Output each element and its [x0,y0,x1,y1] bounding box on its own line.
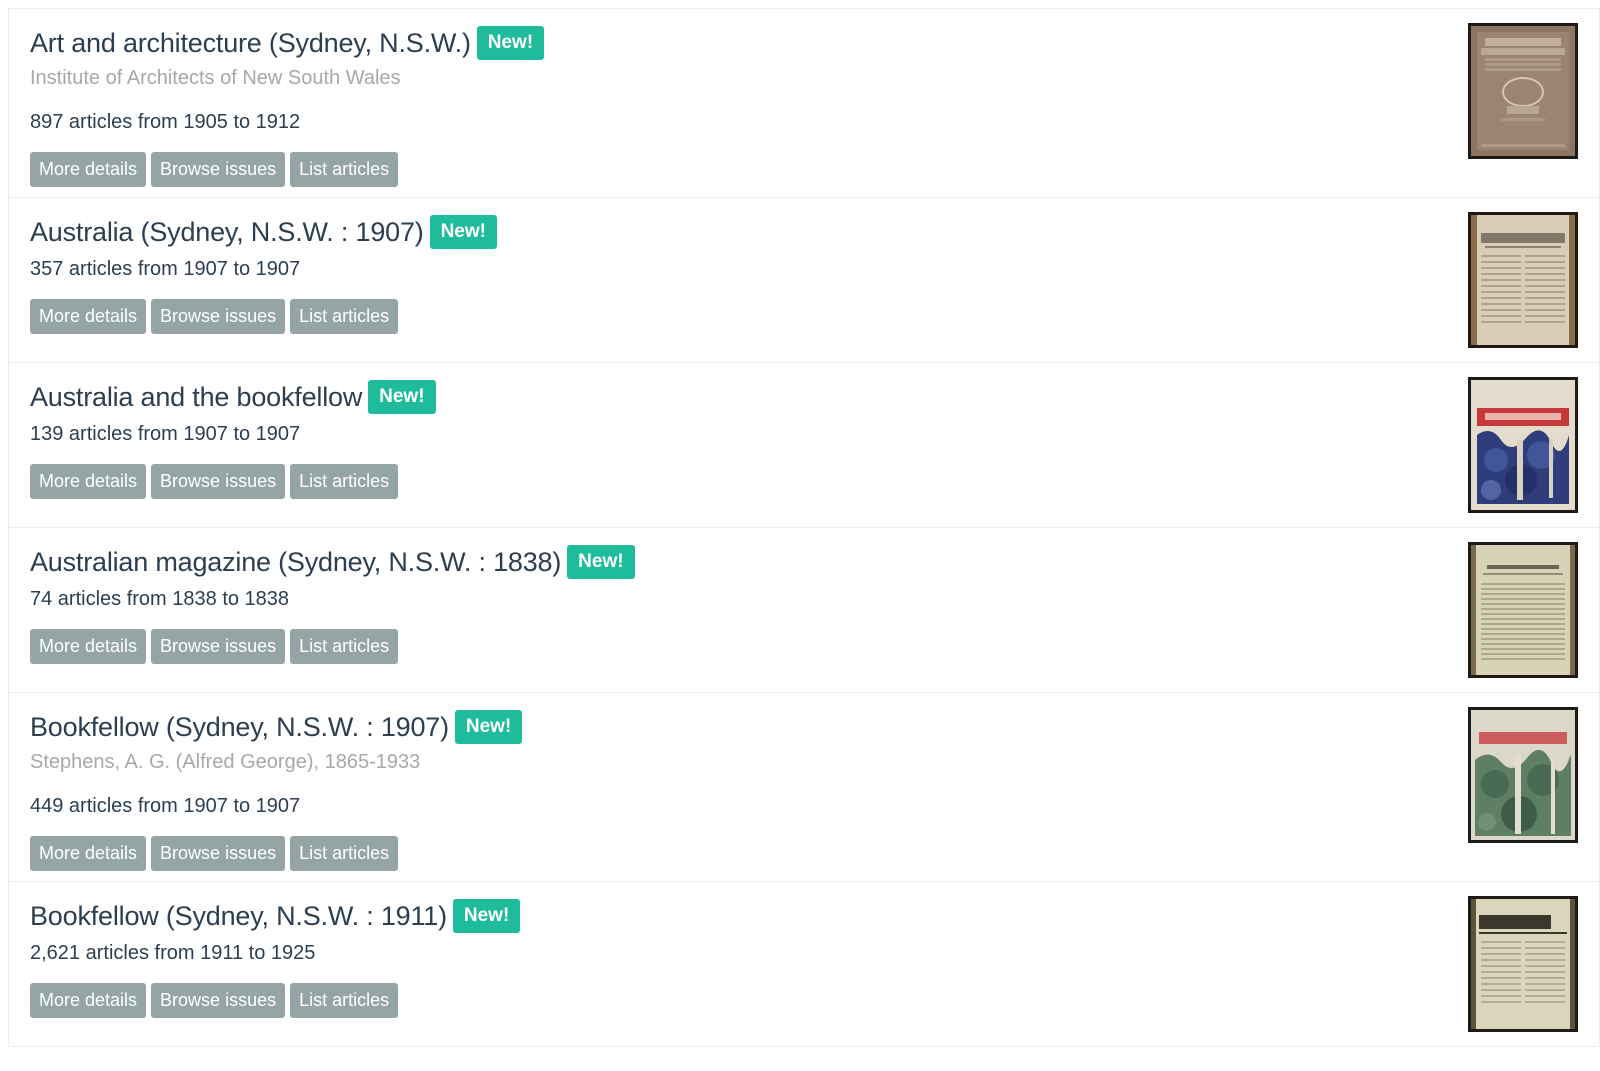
cover-thumbnail[interactable] [1468,542,1578,678]
list-articles-button[interactable]: List articles [290,983,399,1018]
action-buttons: More details Browse issues List articles [30,464,1578,499]
action-buttons: More details Browse issues List articles [30,983,1578,1018]
title-row: Australia and the bookfellow New! [30,379,1578,415]
browse-issues-button[interactable]: Browse issues [151,152,286,187]
browse-issues-button[interactable]: Browse issues [151,836,286,871]
list-articles-button[interactable]: List articles [290,299,399,334]
journal-title[interactable]: Australia (Sydney, N.S.W. : 1907) [30,217,424,248]
journal-list: Art and architecture (Sydney, N.S.W.) Ne… [8,8,1600,1047]
more-details-button[interactable]: More details [30,299,147,334]
list-item: Australia (Sydney, N.S.W. : 1907) New! 3… [9,198,1599,363]
title-row: Bookfellow (Sydney, N.S.W. : 1907) New! [30,709,1578,745]
list-item: Art and architecture (Sydney, N.S.W.) Ne… [9,9,1599,198]
new-badge: New! [429,215,497,249]
list-item: Australia and the bookfellow New! 139 ar… [9,363,1599,528]
new-badge: New! [454,710,523,744]
action-buttons: More details Browse issues List articles [30,836,1578,871]
browse-issues-button[interactable]: Browse issues [151,299,286,334]
more-details-button[interactable]: More details [30,629,147,664]
title-row: Bookfellow (Sydney, N.S.W. : 1911) New! [30,898,1578,934]
list-item: Bookfellow (Sydney, N.S.W. : 1907) New! … [9,693,1599,882]
action-buttons: More details Browse issues List articles [30,152,1578,187]
list-articles-button[interactable]: List articles [290,152,399,187]
list-articles-button[interactable]: List articles [290,629,399,664]
more-details-button[interactable]: More details [30,464,147,499]
cover-thumbnail[interactable] [1468,707,1578,843]
list-articles-button[interactable]: List articles [290,464,399,499]
journal-publisher[interactable]: Institute of Architects of New South Wal… [30,67,1578,93]
new-badge: New! [368,380,436,414]
title-row: Australian magazine (Sydney, N.S.W. : 18… [30,544,1578,580]
article-summary: 2,621 articles from 1911 to 1925 [30,942,316,964]
new-badge: New! [476,26,545,60]
article-summary: 897 articles from 1905 to 1912 [30,111,301,133]
more-details-button[interactable]: More details [30,836,147,871]
article-summary: 357 articles from 1907 to 1907 [30,258,301,280]
title-row: Australia (Sydney, N.S.W. : 1907) New! [30,214,1578,250]
browse-issues-button[interactable]: Browse issues [151,464,286,499]
journal-title[interactable]: Art and architecture (Sydney, N.S.W.) [30,28,471,59]
article-summary: 139 articles from 1907 to 1907 [30,423,301,445]
journal-title[interactable]: Australian magazine (Sydney, N.S.W. : 18… [30,547,561,578]
list-articles-button[interactable]: List articles [290,836,399,871]
action-buttons: More details Browse issues List articles [30,299,1578,334]
journal-title[interactable]: Bookfellow (Sydney, N.S.W. : 1911) [30,901,447,932]
cover-thumbnail[interactable] [1468,212,1578,348]
cover-thumbnail[interactable] [1468,377,1578,513]
list-item: Bookfellow (Sydney, N.S.W. : 1911) New! … [9,882,1599,1047]
journal-title[interactable]: Australia and the bookfellow [30,382,362,413]
more-details-button[interactable]: More details [30,152,147,187]
list-item: Australian magazine (Sydney, N.S.W. : 18… [9,528,1599,693]
journal-title[interactable]: Bookfellow (Sydney, N.S.W. : 1907) [30,712,449,743]
more-details-button[interactable]: More details [30,983,147,1018]
browse-issues-button[interactable]: Browse issues [151,983,286,1018]
journal-author[interactable]: Stephens, A. G. (Alfred George), 1865-19… [30,751,1578,777]
browse-issues-button[interactable]: Browse issues [151,629,286,664]
cover-thumbnail[interactable] [1468,23,1578,159]
cover-thumbnail[interactable] [1468,896,1578,1032]
new-badge: New! [567,545,635,579]
action-buttons: More details Browse issues List articles [30,629,1578,664]
new-badge: New! [452,899,521,933]
article-summary: 74 articles from 1838 to 1838 [30,588,290,610]
title-row: Art and architecture (Sydney, N.S.W.) Ne… [30,25,1578,61]
article-summary: 449 articles from 1907 to 1907 [30,795,301,817]
